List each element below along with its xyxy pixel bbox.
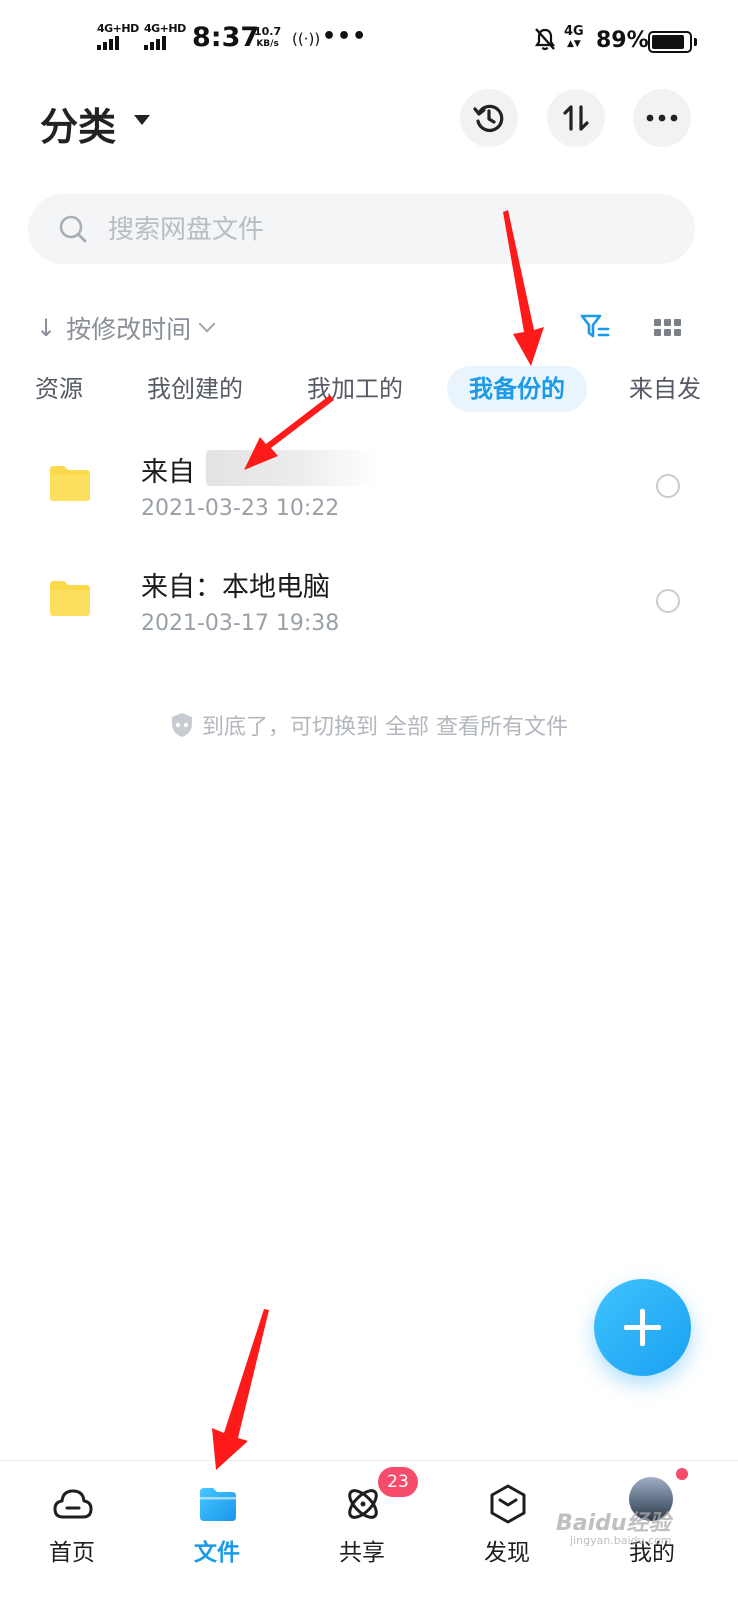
file-date: 2021-03-23 10:22 [141,496,340,521]
status-more-icon: ••• [322,24,368,49]
sim2-signal: 4G+HD [144,22,186,50]
nav-files[interactable]: 文件 [157,1461,277,1601]
transfer-button[interactable] [547,89,605,147]
network-speed-value: 10.7 [254,25,282,38]
select-checkbox[interactable] [656,474,680,498]
battery-icon [648,31,697,53]
file-name: 来自 [141,457,195,488]
unread-dot [676,1468,688,1480]
folder-icon [50,581,90,616]
search-icon [59,215,87,243]
status-bar: 4G+HD 4G+HD 8:37 10.7 KB/s ((·)) ••• 4G … [0,0,738,80]
folder-icon [50,466,90,501]
sort-label: 按修改时间 [66,315,192,344]
nav-discover-label: 发现 [484,1540,530,1566]
mute-bell-icon [534,28,556,51]
transfer-icon [563,105,589,131]
shield-icon [172,713,192,737]
nav-home[interactable]: 首页 [12,1461,132,1601]
file-row[interactable]: 来自：本地电脑 2021-03-17 19:38 [0,551,738,665]
sim1-label: 4G+HD [97,22,139,35]
tab-resources[interactable]: 资源 [35,366,83,412]
search-input[interactable] [106,194,670,266]
sort-direction-icon: ↓ [36,314,57,342]
tab-from-source[interactable]: 来自发 [629,366,701,412]
sim2-label: 4G+HD [144,22,186,35]
more-icon [646,114,678,122]
file-row[interactable]: 来自 2021-03-23 10:22 [0,436,738,550]
grid-view-icon[interactable] [654,319,681,336]
orbit-icon [348,1489,378,1519]
more-button[interactable] [633,89,691,147]
chevron-down-icon [198,315,216,333]
network-speed-unit: KB/s [256,39,279,49]
page-title[interactable]: 分类 [40,96,116,151]
lte-label: 4G [564,24,584,39]
watermark: Baidu经验 [556,1511,671,1536]
nav-discover[interactable]: 发现 [447,1461,567,1601]
notification-badge: 23 [378,1467,418,1497]
hotspot-icon: ((·)) [292,30,321,48]
status-time: 8:37 [192,22,260,53]
title-dropdown-icon[interactable] [134,115,150,125]
sim1-signal: 4G+HD [97,22,139,50]
file-date: 2021-03-17 19:38 [141,611,340,636]
tab-created-by-me[interactable]: 我创建的 [147,366,243,412]
folder-icon [200,1488,236,1521]
tab-backed-up-by-me[interactable]: 我备份的 [447,366,587,412]
network-speed: 10.7 KB/s [254,26,281,50]
cube-icon [490,1484,526,1524]
history-button[interactable] [460,89,518,147]
nav-share-label: 共享 [339,1540,385,1566]
select-checkbox[interactable] [656,589,680,613]
history-icon [473,104,504,132]
add-button[interactable] [594,1279,691,1376]
nav-files-label: 文件 [194,1540,240,1566]
lte-indicator: 4G ▲▼ [564,24,584,49]
filter-icon[interactable] [580,313,610,341]
end-of-list-tip: 到底了，可切换到 全部 查看所有文件 [0,709,738,741]
tab-processed-by-me[interactable]: 我加工的 [307,366,403,412]
sort-selector[interactable]: ↓ 按修改时间 [36,310,216,346]
end-of-list-text: 到底了，可切换到 全部 查看所有文件 [202,715,568,740]
file-name: 来自：本地电脑 [141,572,330,603]
battery-percentage: 89% [596,28,649,53]
redacted-name [206,450,376,486]
nav-home-label: 首页 [49,1540,95,1566]
watermark-url: jingyan.baidu.com [570,1534,672,1547]
cloud-icon [53,1489,93,1519]
search-bar[interactable] [28,194,695,266]
annotation-arrow-nav [212,1309,269,1470]
